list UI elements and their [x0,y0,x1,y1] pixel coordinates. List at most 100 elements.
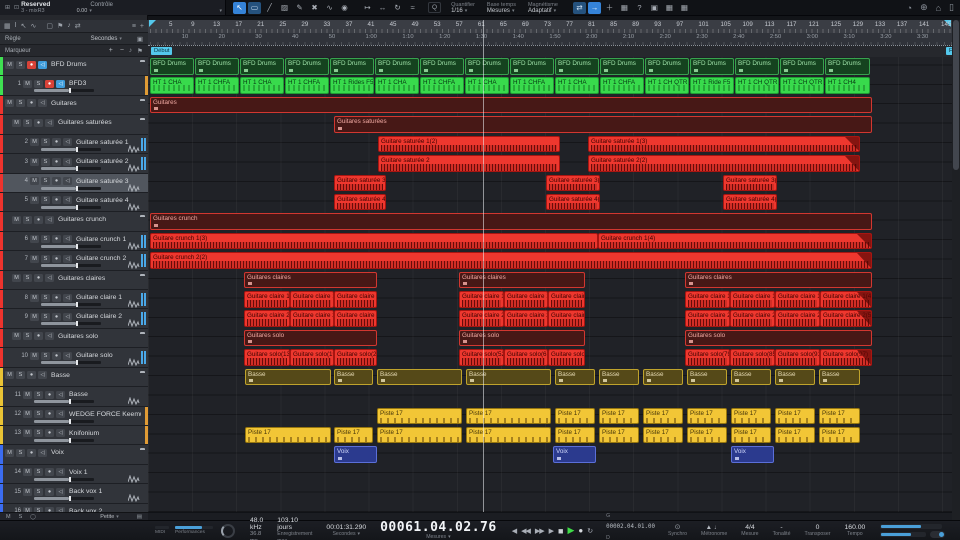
clip-guitare-satur-e-1-3[interactable]: Guitare saturée 1(3) [588,136,860,153]
clip-piste-17[interactable]: Piste 17 [555,427,595,444]
clip-voix[interactable]: Voix [731,446,774,463]
tempo-slider[interactable] [880,524,942,529]
record-arm-button[interactable]: ● [52,177,61,185]
clip-guitare-claire-1-41[interactable]: Guitare claire 1(41) [730,291,775,308]
solo-button[interactable]: S [41,177,50,185]
volume-slider[interactable] [34,497,94,500]
clip-voix[interactable]: Voix [334,446,377,463]
clip-ht-1-chfa[interactable]: HT 1 CHFA [600,77,644,94]
clip-guitare-satur-e-4-4[interactable]: Guitare saturée 4(4) [546,194,600,211]
record-arm-button[interactable]: ● [27,371,36,379]
monitor-button[interactable]: ◁ [56,429,65,437]
clip-guitare-claire-2-15[interactable]: Guitare claire 2(15) [334,310,377,327]
solo-button[interactable]: S [41,294,50,302]
volume-slider[interactable] [41,167,101,170]
clip-guitare-solo-97[interactable]: Guitare solo(97) [820,349,872,366]
solo-button[interactable]: S [34,391,43,399]
mute-button[interactable]: M [30,255,39,263]
solo-button[interactable]: S [23,332,32,340]
clip-piste-17[interactable]: Piste 17 [775,427,815,444]
clip-ht-1-chfa[interactable]: HT 1 CHFA [285,77,329,94]
bar-ruler[interactable]: 5913172125293337414549535761656973778185… [148,20,952,34]
record-arm-button[interactable]: ● [45,391,54,399]
next-bar-button[interactable]: ▶ [549,527,553,535]
playback-start-flag-icon[interactable] [149,20,156,27]
track-header-guitares-solo[interactable]: MS●◁Guitares solo [0,329,148,348]
clip-guitare-solo-85[interactable]: Guitare solo(85) [730,349,775,366]
volume-slider[interactable] [34,420,94,423]
plugin-manager-icon[interactable]: ⊕ [920,2,928,13]
monitor-button[interactable]: ◁ [63,158,72,166]
clip-bfd-drums[interactable]: BFD Drums [645,58,689,75]
track-header-basse[interactable]: MS●◁Basse [0,368,148,387]
add-marker-button[interactable]: + [109,47,113,54]
time-signature-value[interactable]: 4/4 [745,524,754,531]
mute-button[interactable]: M [30,177,39,185]
track-grid-icon[interactable]: ▤ [137,514,142,520]
solo-button[interactable]: S [41,158,50,166]
clip-guitare-claire-1-13[interactable]: Guitare claire 1(13) [334,291,377,308]
clip-basse[interactable]: Basse [731,369,771,386]
track-header-voix[interactable]: MS●◁Voix [0,445,148,464]
clip-guitare-claire-1-44[interactable]: Guitare claire 1(44) [775,291,820,308]
automation-icon[interactable]: ∿ [30,22,36,30]
expand-icon[interactable]: ⊞ [5,4,10,11]
track-height-select[interactable]: Petite [100,514,119,520]
track-header-14-voix-1[interactable]: 14MS●◁Voix 1 [0,465,148,484]
paint-tool-button[interactable]: ✎ [293,2,306,14]
solo-button[interactable]: S [23,274,32,282]
monitor-button[interactable]: ◁ [45,119,54,127]
mute-button[interactable]: M [12,216,21,224]
clip-guitares-claires[interactable]: Guitares claires [244,272,377,289]
timestretch-button[interactable]: ↔ [376,2,389,14]
clip-guitare-claire-2-37[interactable]: Guitare claire 2(37) [685,310,730,327]
solo-button[interactable]: S [41,255,50,263]
clip-guitare-claire-1-7[interactable]: Guitare claire 1(7) [244,291,290,308]
clip-piste-17[interactable]: Piste 17 [245,427,331,444]
rewind-button[interactable]: ◀◀ [521,527,530,535]
monitor-button[interactable]: ◁ [63,255,72,263]
global-record-icon[interactable]: ◯ [30,514,36,520]
mute-button[interactable]: M [30,352,39,360]
clip-ht-1-chfa[interactable]: HT 1 CHFA [510,77,554,94]
clip-basse[interactable]: Basse [466,369,551,386]
monitor-button[interactable]: ◁ [45,332,54,340]
clip-guitare-claire-2-31[interactable]: Guitare claire 2(31) [548,310,585,327]
mute-button[interactable]: M [23,488,32,496]
solo-button[interactable]: S [23,119,32,127]
secondary-time-unit[interactable]: Secondes [332,531,360,538]
arrangement-area[interactable]: BFD DrumsBFD DrumsBFD DrumsBFD DrumsBFD … [148,57,952,512]
clip-piste-17[interactable]: Piste 17 [555,408,595,425]
global-mute-button[interactable]: M [6,514,11,520]
gain-value[interactable]: 0.00 [77,8,92,14]
clip-piste-17[interactable]: Piste 17 [687,408,727,425]
chevron-down-icon[interactable] [217,0,222,17]
monitor-button[interactable]: ◁ [63,352,72,360]
clip-bfd-drums[interactable]: BFD Drums [825,58,870,75]
autoscroll-button[interactable]: ↦ [361,2,374,14]
track-layout-button[interactable]: ▦ [663,2,676,14]
monitor-button[interactable]: ◁ [63,235,72,243]
ibeam-icon[interactable]: I [15,22,17,30]
volume-slider[interactable] [41,206,101,209]
volume-slider[interactable] [41,264,101,267]
clip-bfd-drums[interactable]: BFD Drums [240,58,284,75]
clip-piste-17[interactable]: Piste 17 [775,408,815,425]
clip-guitare-solo-19[interactable]: Guitare solo(19) [290,349,334,366]
clip-basse[interactable]: Basse [555,369,595,386]
clip-bfd-drums[interactable]: BFD Drums [330,58,374,75]
track-header-2-guitare-satur-e-1[interactable]: 2MS●◁Guitare saturée 1 [0,135,148,154]
mute-button[interactable]: M [23,410,32,418]
mute-button[interactable]: M [30,196,39,204]
record-arm-button[interactable]: ● [34,216,43,224]
clip-piste-17[interactable]: Piste 17 [731,427,771,444]
record-arm-button[interactable]: ● [52,313,61,321]
swap-icon[interactable]: ⇄ [75,22,81,30]
clip-guitare-satur-e-2[interactable]: Guitare saturée 2 [378,155,560,172]
track-header-guitares[interactable]: MS●◁Guitares [0,96,148,115]
arrow-tool-button[interactable]: ↖ [233,2,246,14]
add-track-button[interactable]: ＋ [603,2,616,14]
link-icon[interactable]: ⊡ [14,4,19,11]
clip-basse[interactable]: Basse [775,369,815,386]
record-button[interactable]: ● [578,526,582,535]
